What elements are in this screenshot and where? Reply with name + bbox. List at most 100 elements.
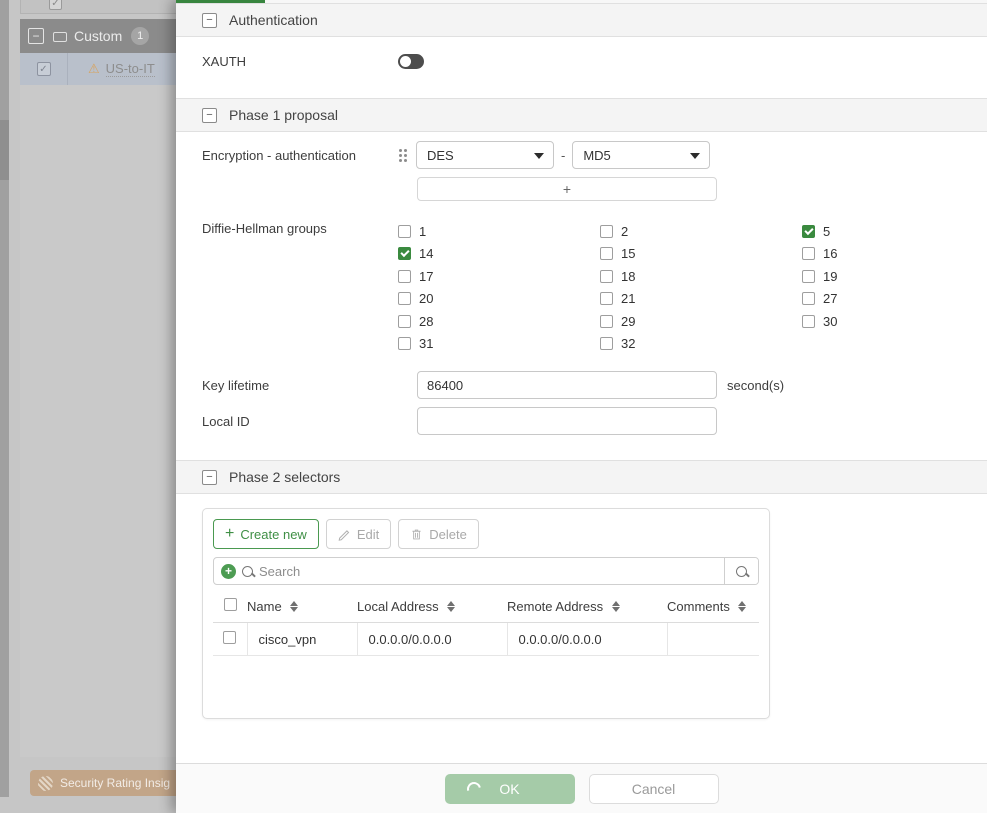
column-header-name[interactable]: Name xyxy=(247,594,357,623)
chevron-down-icon xyxy=(690,153,701,159)
sidebar-group-custom[interactable]: − Custom 1 xyxy=(20,19,187,53)
dh-column-3: 5 16 19 27 30 xyxy=(802,220,987,355)
minus-icon[interactable] xyxy=(202,12,217,28)
authentication-select[interactable]: MD5 xyxy=(572,141,711,169)
dh-group-1[interactable]: 1 xyxy=(398,220,600,243)
dh-group-5[interactable]: 5 xyxy=(802,220,987,243)
checkbox-icon[interactable] xyxy=(802,314,815,328)
trash-icon xyxy=(412,529,421,539)
dh-group-label: 31 xyxy=(419,336,434,352)
row-select-cell[interactable] xyxy=(213,622,248,656)
checkbox-icon[interactable] xyxy=(802,292,815,306)
dh-group-28[interactable]: 28 xyxy=(398,310,600,333)
dh-group-16[interactable]: 16 xyxy=(802,243,987,266)
column-header-remote-address[interactable]: Remote Address xyxy=(507,594,667,623)
section-title-authentication: Authentication xyxy=(229,12,318,28)
checkbox-icon[interactable] xyxy=(600,269,613,283)
dh-group-20[interactable]: 20 xyxy=(398,288,600,311)
dh-group-19[interactable]: 19 xyxy=(802,265,987,288)
sort-icon[interactable] xyxy=(290,600,299,612)
checkbox-icon[interactable] xyxy=(398,292,411,306)
checkbox-icon[interactable] xyxy=(802,224,815,238)
row-key-lifetime: Key lifetime second(s) xyxy=(176,367,987,403)
search-submit-button[interactable] xyxy=(724,558,758,584)
xauth-toggle[interactable] xyxy=(398,53,424,69)
section-header-phase1[interactable]: Phase 1 proposal xyxy=(176,98,987,132)
checkbox-icon[interactable] xyxy=(398,314,411,328)
ok-button[interactable]: OK xyxy=(444,773,575,804)
select-all-header[interactable] xyxy=(213,594,247,623)
cancel-button[interactable]: Cancel xyxy=(588,773,719,804)
dh-group-30[interactable]: 30 xyxy=(802,310,987,333)
minus-icon[interactable] xyxy=(202,107,217,123)
column-header-local-address[interactable]: Local Address xyxy=(357,594,507,623)
search-input-area[interactable]: + Search xyxy=(214,558,724,584)
key-lifetime-unit: second(s) xyxy=(727,377,785,393)
phase2-search-bar[interactable]: + Search xyxy=(213,557,759,585)
checkbox-icon[interactable] xyxy=(802,247,815,261)
dh-group-2[interactable]: 2 xyxy=(600,220,802,243)
dh-group-21[interactable]: 21 xyxy=(600,288,802,311)
checkbox-icon[interactable] xyxy=(223,598,237,611)
add-proposal-button[interactable]: + xyxy=(417,177,717,201)
backdrop-rail-highlight xyxy=(0,120,9,180)
dialog-footer: OK Cancel xyxy=(176,763,987,813)
encryption-select[interactable]: DES xyxy=(416,141,554,169)
dh-group-27[interactable]: 27 xyxy=(802,288,987,311)
dh-group-29[interactable]: 29 xyxy=(600,310,802,333)
add-circle-icon[interactable]: + xyxy=(221,563,236,579)
checkbox-icon[interactable] xyxy=(600,224,613,238)
sidebar-item-checkbox-cell[interactable]: ✓ xyxy=(20,53,68,85)
dh-group-32[interactable]: 32 xyxy=(600,333,802,356)
sort-icon[interactable] xyxy=(611,600,620,612)
create-new-label: Create new xyxy=(240,526,307,542)
checkbox-icon[interactable] xyxy=(600,247,613,261)
checkbox-icon[interactable] xyxy=(398,269,411,283)
sidebar-group-label: Custom xyxy=(74,28,123,44)
dh-group-label: 2 xyxy=(621,223,629,239)
dh-group-17[interactable]: 17 xyxy=(398,265,600,288)
dh-group-label: 28 xyxy=(419,313,434,329)
dh-group-14[interactable]: 14 xyxy=(398,243,600,266)
checkbox-icon[interactable] xyxy=(398,224,411,238)
dh-group-label: 19 xyxy=(823,268,838,284)
section-header-authentication[interactable]: Authentication xyxy=(176,3,987,37)
sort-icon[interactable] xyxy=(738,600,747,612)
drag-handle-icon[interactable] xyxy=(398,147,408,163)
checkbox-icon[interactable] xyxy=(223,631,237,644)
label-diffie-hellman-groups: Diffie-Hellman groups xyxy=(202,221,327,236)
dh-group-15[interactable]: 15 xyxy=(600,243,802,266)
phase2-selectors-table: Name Local Address Remote Address Commen… xyxy=(213,594,759,656)
column-label-comments: Comments xyxy=(667,598,730,614)
dh-group-31[interactable]: 31 xyxy=(398,333,600,356)
security-rating-icon xyxy=(38,775,53,791)
checkbox-icon[interactable] xyxy=(600,292,613,306)
checkbox-icon[interactable] xyxy=(802,269,815,283)
checkbox-icon[interactable] xyxy=(398,247,411,261)
pencil-icon xyxy=(338,529,350,541)
sidebar-item-us-to-it[interactable]: ✓ ⚠ US-to-IT xyxy=(20,53,187,85)
key-lifetime-input[interactable] xyxy=(417,371,717,399)
table-row[interactable]: cisco_vpn 0.0.0.0/0.0.0.0 0.0.0.0/0.0.0.0 xyxy=(213,622,759,656)
ok-button-label: OK xyxy=(499,780,520,797)
create-new-button[interactable]: + Create new xyxy=(213,519,319,549)
section-header-phase2[interactable]: Phase 2 selectors xyxy=(176,460,987,494)
column-header-comments[interactable]: Comments xyxy=(667,594,759,623)
local-id-input[interactable] xyxy=(417,407,717,435)
search-icon xyxy=(242,565,253,577)
phase2-toolbar: + Create new Edit Delete xyxy=(213,519,759,549)
dh-group-18[interactable]: 18 xyxy=(600,265,802,288)
phase2-selectors-panel: + Create new Edit Delete + Search Name L… xyxy=(202,508,770,719)
minus-icon[interactable] xyxy=(202,469,217,485)
security-rating-insights-pill[interactable]: Security Rating Insig xyxy=(30,770,190,796)
minus-icon[interactable]: − xyxy=(28,28,44,44)
table-body: cisco_vpn 0.0.0.0/0.0.0.0 0.0.0.0/0.0.0.0 xyxy=(213,622,759,656)
warning-triangle-icon: ⚠ xyxy=(88,61,100,76)
checkbox-icon[interactable] xyxy=(600,337,613,351)
checkbox-icon[interactable] xyxy=(398,337,411,351)
label-local-id: Local ID xyxy=(202,413,250,429)
checkbox-icon[interactable] xyxy=(600,314,613,328)
plus-icon: + xyxy=(225,525,235,542)
checkbox-icon[interactable]: ✓ xyxy=(36,62,51,76)
sort-icon[interactable] xyxy=(447,600,456,612)
